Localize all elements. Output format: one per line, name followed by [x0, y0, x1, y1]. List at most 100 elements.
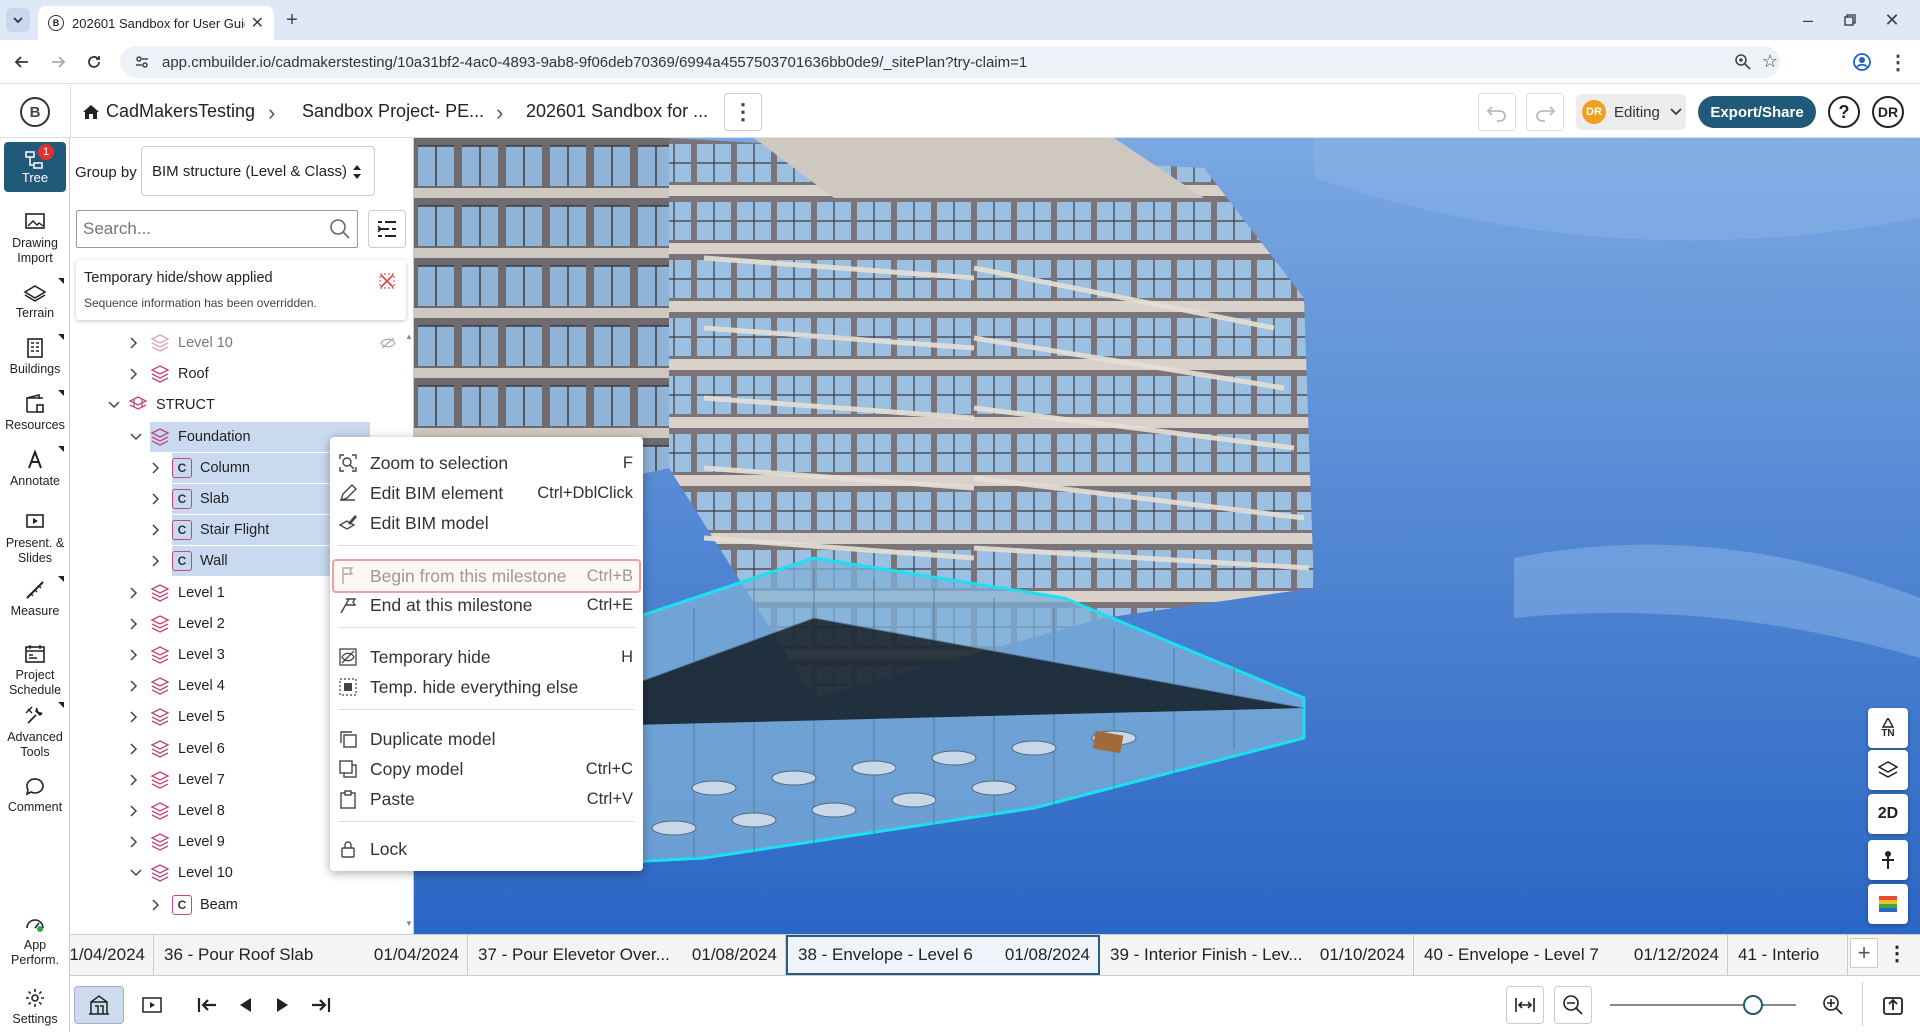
tree-row[interactable]: STRUCT [108, 390, 400, 420]
close-tab-icon[interactable]: ✕ [251, 13, 264, 33]
chevron-right-icon[interactable] [152, 524, 160, 536]
undo-icon[interactable] [1478, 93, 1516, 131]
zoom-slider[interactable] [1610, 995, 1796, 1015]
chevron-right-icon[interactable] [130, 805, 138, 817]
group-by-select[interactable]: BIM structure (Level & Class) [141, 146, 375, 196]
construction-mode-button[interactable] [74, 986, 124, 1024]
play-button[interactable] [268, 990, 298, 1020]
milestone-item[interactable]: 38 - Envelope - Level 6 01/08/2024 [786, 935, 1100, 975]
chevron-right-icon[interactable] [152, 555, 160, 567]
chevron-right-icon[interactable] [152, 493, 160, 505]
new-tab-icon[interactable]: + [280, 8, 304, 32]
chevron-right-icon[interactable] [152, 462, 160, 474]
user-avatar[interactable]: DR [1872, 96, 1904, 128]
breadcrumb-plan[interactable]: 202601 Sandbox for ... [526, 85, 708, 138]
chevron-right-icon[interactable] [130, 774, 138, 786]
zoom-page-icon[interactable] [1734, 53, 1752, 71]
url-field[interactable]: app.cmbuilder.io/cadmakerstesting/10a31b… [120, 46, 1780, 78]
milestone-item[interactable]: 39 - Interior Finish - Lev... 01/10/2024 [1100, 935, 1414, 975]
menu-item-edit-bim-element[interactable]: Edit BIM element Ctrl+DblClick [330, 479, 643, 507]
rail-measure[interactable]: Measure [4, 576, 66, 619]
fit-timeline-button[interactable] [1506, 986, 1544, 1024]
minimize-icon[interactable]: – [1796, 8, 1820, 32]
help-button[interactable]: ? [1828, 96, 1860, 128]
export-share-button[interactable]: Export/Share [1698, 96, 1816, 128]
presentation-mode-button[interactable] [132, 986, 172, 1024]
milestone-item[interactable]: 41 - Interio [1728, 935, 1848, 975]
search-field[interactable] [77, 219, 317, 239]
forward-icon[interactable] [46, 50, 70, 74]
2d-toggle-button[interactable]: 2D [1868, 794, 1908, 834]
profile-icon[interactable] [1850, 50, 1874, 74]
search-input[interactable] [76, 210, 358, 248]
previous-milestone-button[interactable] [230, 990, 260, 1020]
menu-item-zoom-to-selection[interactable]: Zoom to selection F [330, 449, 643, 477]
menu-item-begin-from-this-milestone[interactable]: Begin from this milestone Ctrl+B [332, 559, 641, 593]
chevron-right-icon[interactable] [130, 743, 138, 755]
zoom-slider-thumb[interactable] [1743, 995, 1764, 1015]
filter-list-button[interactable] [368, 210, 406, 248]
timeline-more-icon[interactable]: ⋮ [1882, 938, 1912, 968]
menu-item-lock[interactable]: Lock [330, 835, 643, 863]
reload-icon[interactable] [82, 50, 106, 74]
mode-selector[interactable]: DR Editing [1576, 94, 1686, 130]
rail-buildings[interactable]: Buildings [4, 334, 66, 377]
chevron-right-icon[interactable] [130, 618, 138, 630]
chevron-right-icon[interactable] [152, 899, 160, 911]
clear-hide-icon[interactable] [378, 272, 396, 290]
app-logo-icon[interactable]: B [20, 97, 50, 127]
browser-menu-icon[interactable]: ⋮ [1886, 50, 1910, 74]
chevron-right-icon[interactable] [130, 649, 138, 661]
rail-drawing-import[interactable]: Drawing Import [4, 210, 66, 266]
tree-row[interactable]: C Beam [152, 890, 400, 920]
rail-settings[interactable]: Settings [4, 986, 66, 1027]
chevron-down-icon[interactable] [130, 869, 142, 877]
menu-item-copy-model[interactable]: Copy model Ctrl+C [330, 755, 643, 783]
milestone-item[interactable]: 01/04/2024 [70, 935, 154, 975]
back-icon[interactable] [10, 50, 34, 74]
redo-icon[interactable] [1526, 93, 1564, 131]
menu-item-temporary-hide[interactable]: Temporary hide H [330, 643, 643, 671]
chevron-right-icon[interactable] [130, 680, 138, 692]
bookmark-star-icon[interactable]: ☆ [1762, 51, 1778, 72]
milestone-item[interactable]: 40 - Envelope - Level 7 01/12/2024 [1414, 935, 1728, 975]
rail-resources[interactable]: Resources [4, 390, 66, 433]
rail-annotate[interactable]: Annotate [4, 446, 66, 489]
milestone-item[interactable]: 36 - Pour Roof Slab 01/04/2024 [154, 935, 468, 975]
breadcrumb-org[interactable]: CadMakersTesting [82, 85, 255, 138]
menu-item-temp-hide-everything-else[interactable]: Temp. hide everything else [330, 673, 643, 701]
zoom-in-button[interactable] [1814, 986, 1852, 1024]
chevron-right-icon[interactable] [130, 836, 138, 848]
rail-tree-button[interactable]: Tree 1 [4, 142, 66, 192]
layers-color-button[interactable] [1868, 884, 1908, 924]
rail-app-performance[interactable]: App Perform. [4, 912, 66, 968]
tree-row[interactable]: Level 10 [130, 328, 400, 358]
breadcrumb-project[interactable]: Sandbox Project- PE... [302, 85, 484, 138]
view-cube-button[interactable] [1868, 750, 1908, 790]
scroll-down-icon[interactable]: ▼ [405, 919, 413, 928]
rail-present-slides[interactable]: Present. & Slides [4, 510, 66, 566]
chevron-right-icon[interactable] [130, 368, 138, 380]
milestone-item[interactable]: 37 - Pour Elevetor Over... 01/08/2024 [468, 935, 786, 975]
rail-project-schedule[interactable]: Project Schedule [4, 642, 66, 698]
chevron-right-icon[interactable] [130, 587, 138, 599]
add-milestone-icon[interactable]: + [1850, 938, 1878, 968]
restore-icon[interactable] [1838, 8, 1862, 32]
last-milestone-button[interactable] [306, 990, 336, 1020]
chevron-down-icon[interactable] [130, 433, 142, 441]
zoom-out-button[interactable] [1554, 986, 1592, 1024]
first-milestone-button[interactable] [192, 990, 222, 1020]
browser-tab[interactable]: B 202601 Sandbox for User Guide ✕ [38, 6, 274, 40]
north-compass-button[interactable]: TN [1868, 708, 1908, 748]
site-info-icon[interactable] [134, 54, 150, 70]
header-more-icon[interactable]: ⋮ [724, 93, 762, 131]
tree-row[interactable]: Roof [130, 359, 400, 389]
scroll-up-icon[interactable]: ▲ [405, 332, 413, 341]
export-panel-button[interactable] [1874, 986, 1912, 1024]
rail-terrain[interactable]: Terrain [4, 278, 66, 321]
menu-item-duplicate-model[interactable]: Duplicate model [330, 725, 643, 753]
menu-item-paste[interactable]: Paste Ctrl+V [330, 785, 643, 813]
rail-comment[interactable]: Comment [4, 774, 66, 815]
chevron-right-icon[interactable] [130, 337, 138, 349]
person-view-button[interactable] [1868, 840, 1908, 880]
